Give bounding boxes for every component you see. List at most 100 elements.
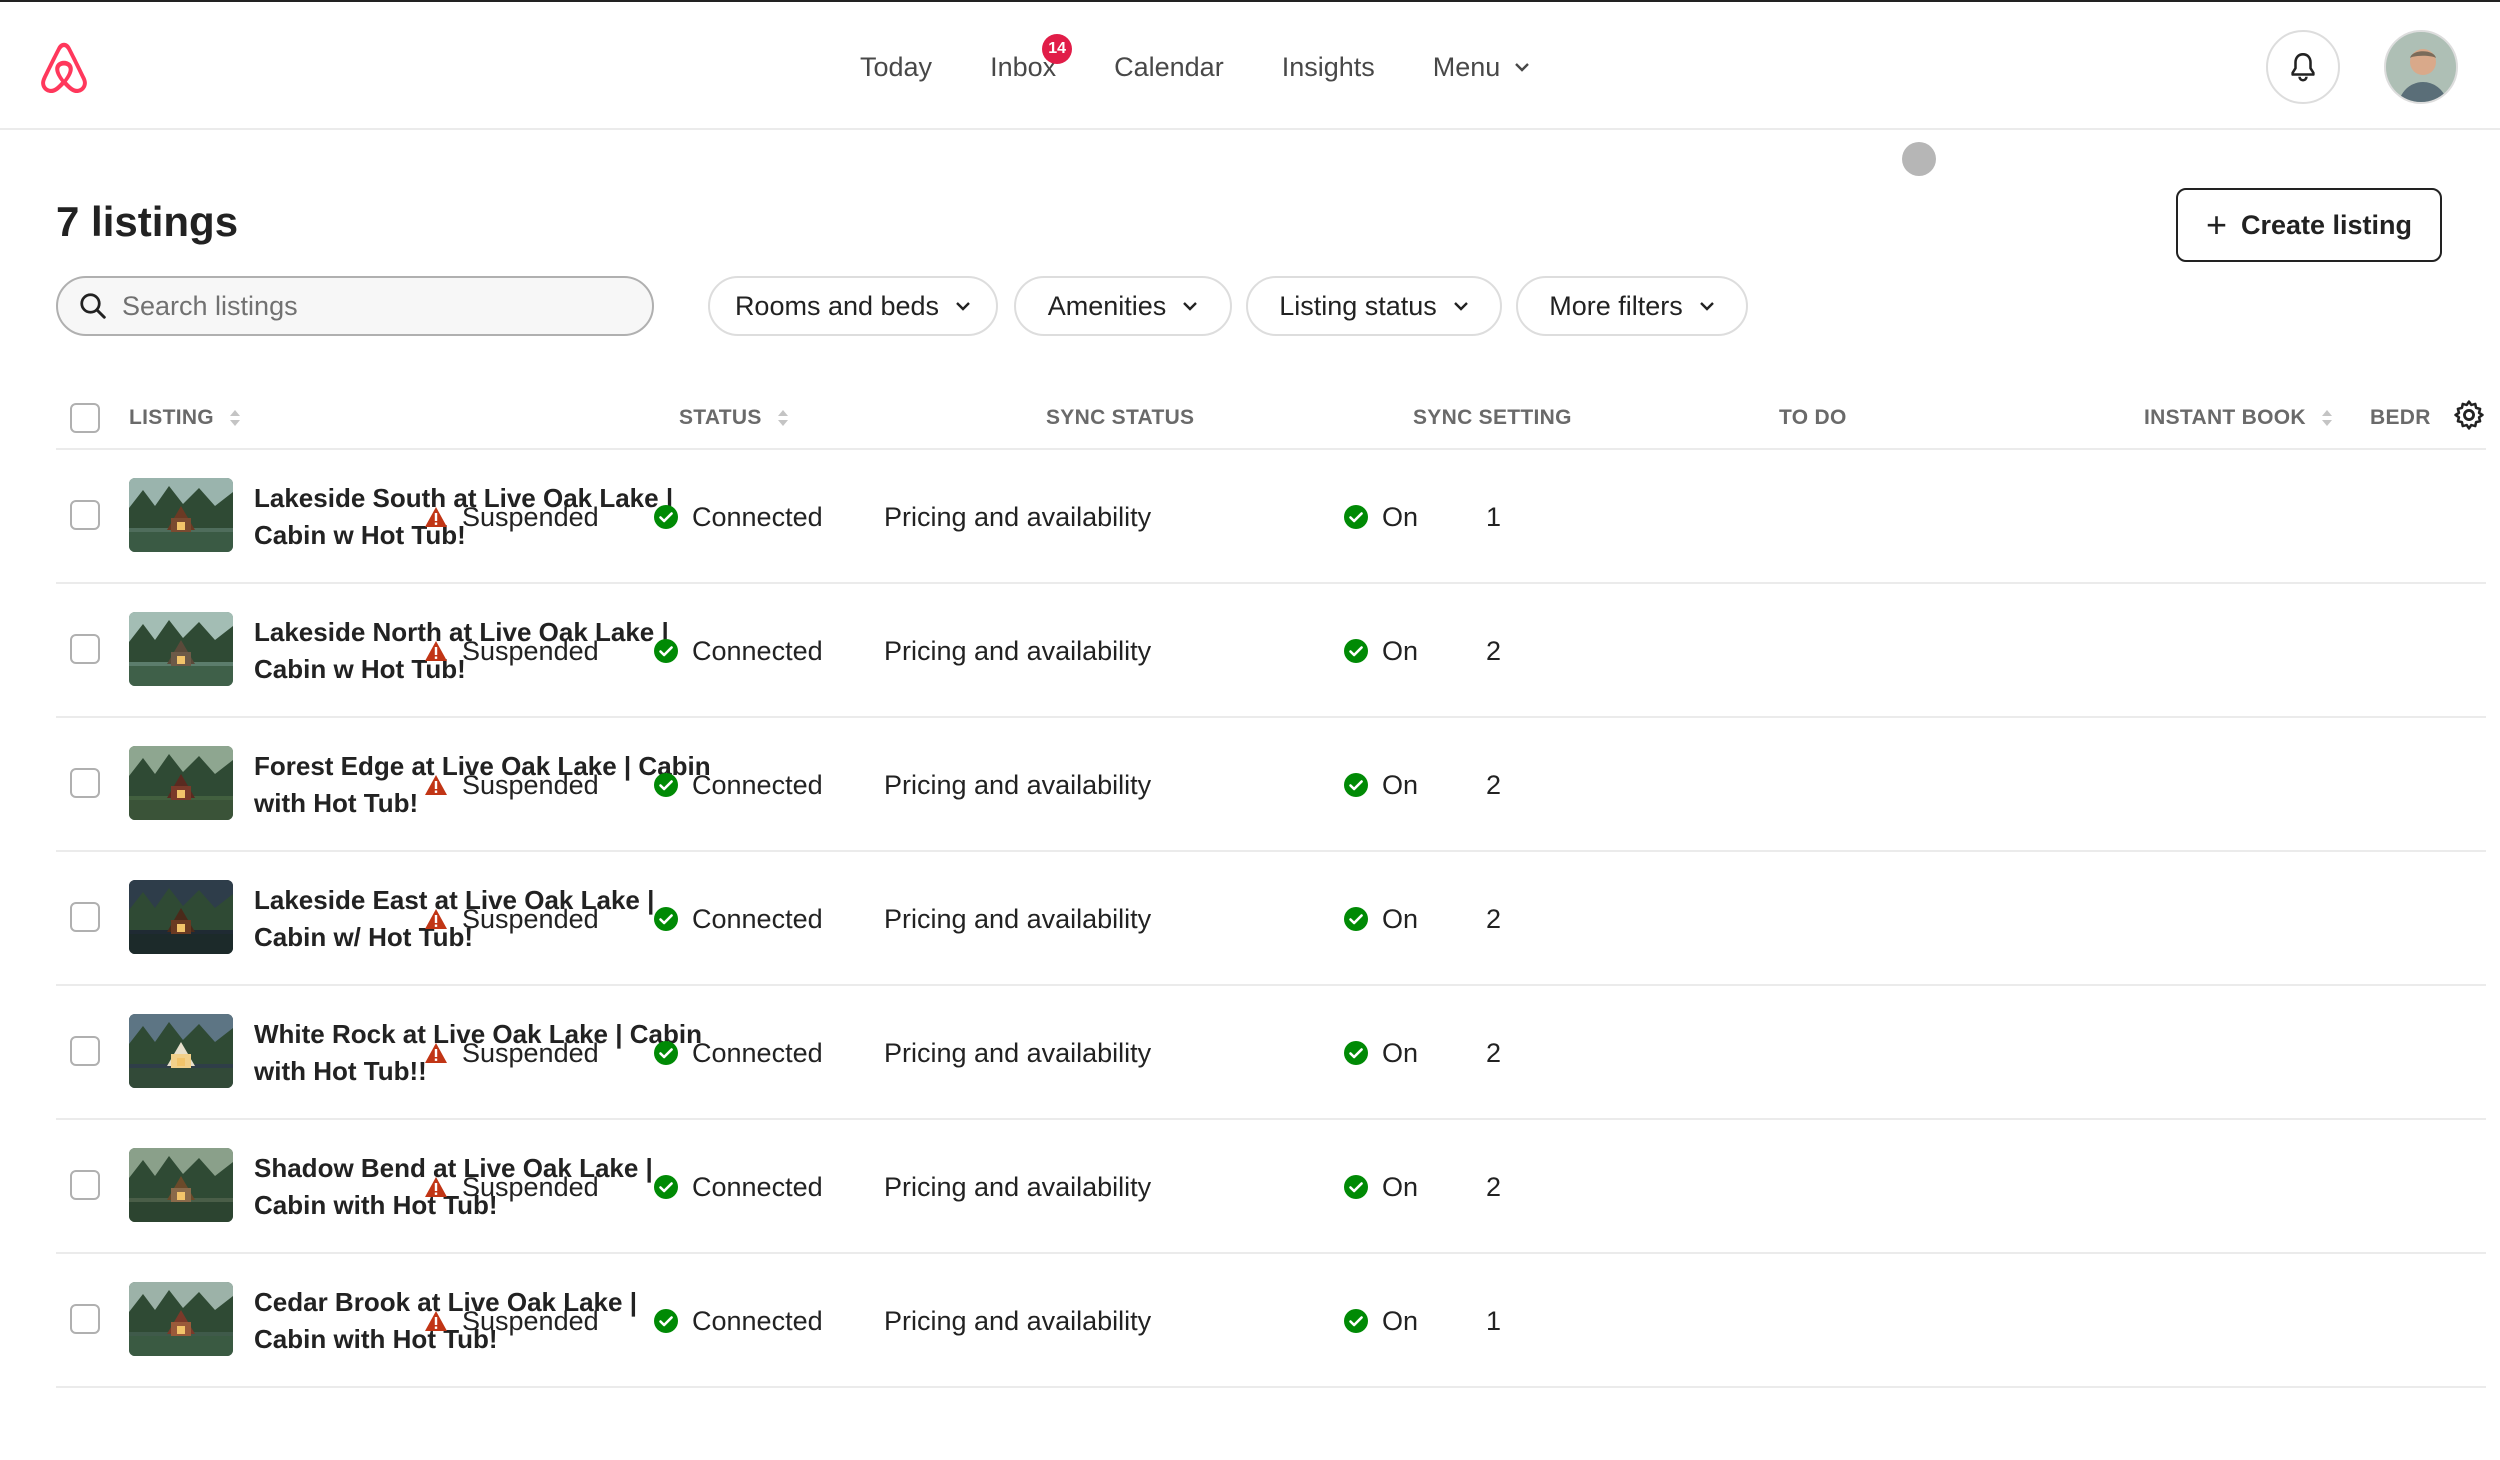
table-header: LISTING STATUS SYNC STATUS SYNC SETTING … xyxy=(56,386,2486,450)
status-text: Suspended xyxy=(462,635,599,666)
status-cell: Suspended xyxy=(424,852,599,986)
warning-icon xyxy=(425,507,447,527)
sort-icon xyxy=(777,410,788,426)
listing-thumbnail[interactable] xyxy=(129,612,233,686)
instant-book-text: On xyxy=(1382,501,1419,532)
column-instant-book[interactable]: INSTANT BOOK xyxy=(2144,386,2334,450)
notifications-button[interactable] xyxy=(2266,30,2340,104)
column-status[interactable]: STATUS xyxy=(679,386,790,450)
table-row[interactable]: Lakeside North at Live Oak Lake | Cabin … xyxy=(56,584,2486,718)
row-checkbox[interactable] xyxy=(70,768,100,798)
cabin-photo xyxy=(129,478,233,552)
warning-icon xyxy=(425,641,447,661)
create-listing-button[interactable]: + Create listing xyxy=(2176,188,2442,262)
warning-icon xyxy=(425,1043,447,1063)
listing-thumbnail[interactable] xyxy=(129,1282,233,1356)
status-cell: Suspended xyxy=(424,718,599,852)
avatar[interactable] xyxy=(2384,30,2458,104)
table-row[interactable]: Lakeside East at Live Oak Lake | Cabin w… xyxy=(56,852,2486,986)
listing-thumbnail[interactable] xyxy=(129,880,233,954)
sync-status-text: Connected xyxy=(692,769,823,800)
listing-thumbnail[interactable] xyxy=(129,1148,233,1222)
sync-setting-cell: Pricing and availability xyxy=(884,1254,1151,1388)
row-checkbox[interactable] xyxy=(70,500,100,530)
filter-label: Rooms and beds xyxy=(734,290,940,321)
row-checkbox[interactable] xyxy=(70,634,100,664)
bedrooms-text: 1 xyxy=(1486,501,1502,532)
sync-setting-text: Pricing and availability xyxy=(884,635,1152,666)
cabin-photo xyxy=(129,1148,233,1222)
table-row[interactable]: Forest Edge at Live Oak Lake | Cabin wit… xyxy=(56,718,2486,852)
listing-thumbnail[interactable] xyxy=(129,1014,233,1088)
sync-status-cell: Connected xyxy=(654,718,823,852)
column-bedrooms-label: BEDR xyxy=(2370,406,2431,429)
instant-book-text: On xyxy=(1382,769,1419,800)
instant-book-cell: On xyxy=(1344,718,1418,852)
check-circle-icon xyxy=(1344,1041,1368,1065)
filter-listing-status[interactable]: Listing status xyxy=(1246,276,1502,336)
column-sync-status-label: SYNC STATUS xyxy=(1046,406,1195,429)
chevron-down-icon xyxy=(1183,302,1198,311)
instant-book-cell: On xyxy=(1344,852,1418,986)
check-circle-icon xyxy=(654,1175,678,1199)
inbox-unread-badge: 14 xyxy=(1042,33,1073,64)
filter-label: More filters xyxy=(1549,290,1683,321)
sync-setting-text: Pricing and availability xyxy=(884,501,1152,532)
filter-more-filters[interactable]: More filters xyxy=(1516,276,1748,336)
nav-calendar[interactable]: Calendar xyxy=(1114,52,1224,83)
bedrooms-cell: 2 xyxy=(1486,986,1501,1120)
sync-setting-cell: Pricing and availability xyxy=(884,852,1151,986)
bedrooms-text: 2 xyxy=(1486,1171,1502,1202)
filter-rooms-and-beds[interactable]: Rooms and beds xyxy=(708,276,998,336)
table-row[interactable]: Shadow Bend at Live Oak Lake | Cabin wit… xyxy=(56,1120,2486,1254)
status-text: Suspended xyxy=(462,1037,599,1068)
nav-insights[interactable]: Insights xyxy=(1282,52,1375,83)
check-circle-icon xyxy=(654,907,678,931)
gear-icon[interactable] xyxy=(2452,398,2486,432)
warning-icon xyxy=(425,909,447,929)
sync-setting-cell: Pricing and availability xyxy=(884,584,1151,718)
column-todo-label: TO DO xyxy=(1779,406,1847,429)
check-circle-icon xyxy=(654,1309,678,1333)
column-instant-book-label: INSTANT BOOK xyxy=(2144,406,2306,429)
chevron-down-icon xyxy=(1699,302,1714,311)
instant-book-cell: On xyxy=(1344,986,1418,1120)
row-checkbox[interactable] xyxy=(70,1170,100,1200)
filter-amenities[interactable]: Amenities xyxy=(1014,276,1232,336)
profile-photo xyxy=(2386,32,2456,102)
sync-status-cell: Connected xyxy=(654,584,823,718)
row-checkbox[interactable] xyxy=(70,1304,100,1334)
column-listing[interactable]: LISTING xyxy=(129,386,242,450)
listing-thumbnail[interactable] xyxy=(129,478,233,552)
search-input[interactable] xyxy=(122,290,602,322)
check-circle-icon xyxy=(1344,1175,1368,1199)
sync-setting-text: Pricing and availability xyxy=(884,1305,1152,1336)
sync-status-text: Connected xyxy=(692,1305,823,1336)
nav-today[interactable]: Today xyxy=(860,52,932,83)
sync-status-cell: Connected xyxy=(654,1120,823,1254)
table-row[interactable]: Lakeside South at Live Oak Lake | Cabin … xyxy=(56,450,2486,584)
table-row[interactable]: White Rock at Live Oak Lake | Cabin with… xyxy=(56,986,2486,1120)
row-checkbox[interactable] xyxy=(70,902,100,932)
check-circle-icon xyxy=(1344,639,1368,663)
airbnb-logo-icon[interactable] xyxy=(34,36,94,102)
cabin-photo xyxy=(129,746,233,820)
instant-book-text: On xyxy=(1382,635,1419,666)
nav-menu[interactable]: Menu xyxy=(1433,52,1531,83)
bell-icon xyxy=(2291,53,2315,82)
status-text: Suspended xyxy=(462,769,599,800)
bedrooms-text: 2 xyxy=(1486,903,1502,934)
nav-calendar-label: Calendar xyxy=(1114,51,1224,82)
select-all-checkbox[interactable] xyxy=(70,403,100,433)
row-checkbox[interactable] xyxy=(70,1036,100,1066)
status-cell: Suspended xyxy=(424,986,599,1120)
search-box[interactable] xyxy=(56,276,654,336)
column-todo: TO DO xyxy=(1779,386,1847,450)
warning-icon xyxy=(425,1311,447,1331)
listing-thumbnail[interactable] xyxy=(129,746,233,820)
check-circle-icon xyxy=(654,1041,678,1065)
check-circle-icon xyxy=(1344,773,1368,797)
table-row[interactable]: Cedar Brook at Live Oak Lake | Cabin wit… xyxy=(56,1254,2486,1388)
nav-inbox[interactable]: Inbox 14 xyxy=(990,33,1073,83)
column-bedrooms[interactable]: BEDR xyxy=(2370,386,2431,450)
